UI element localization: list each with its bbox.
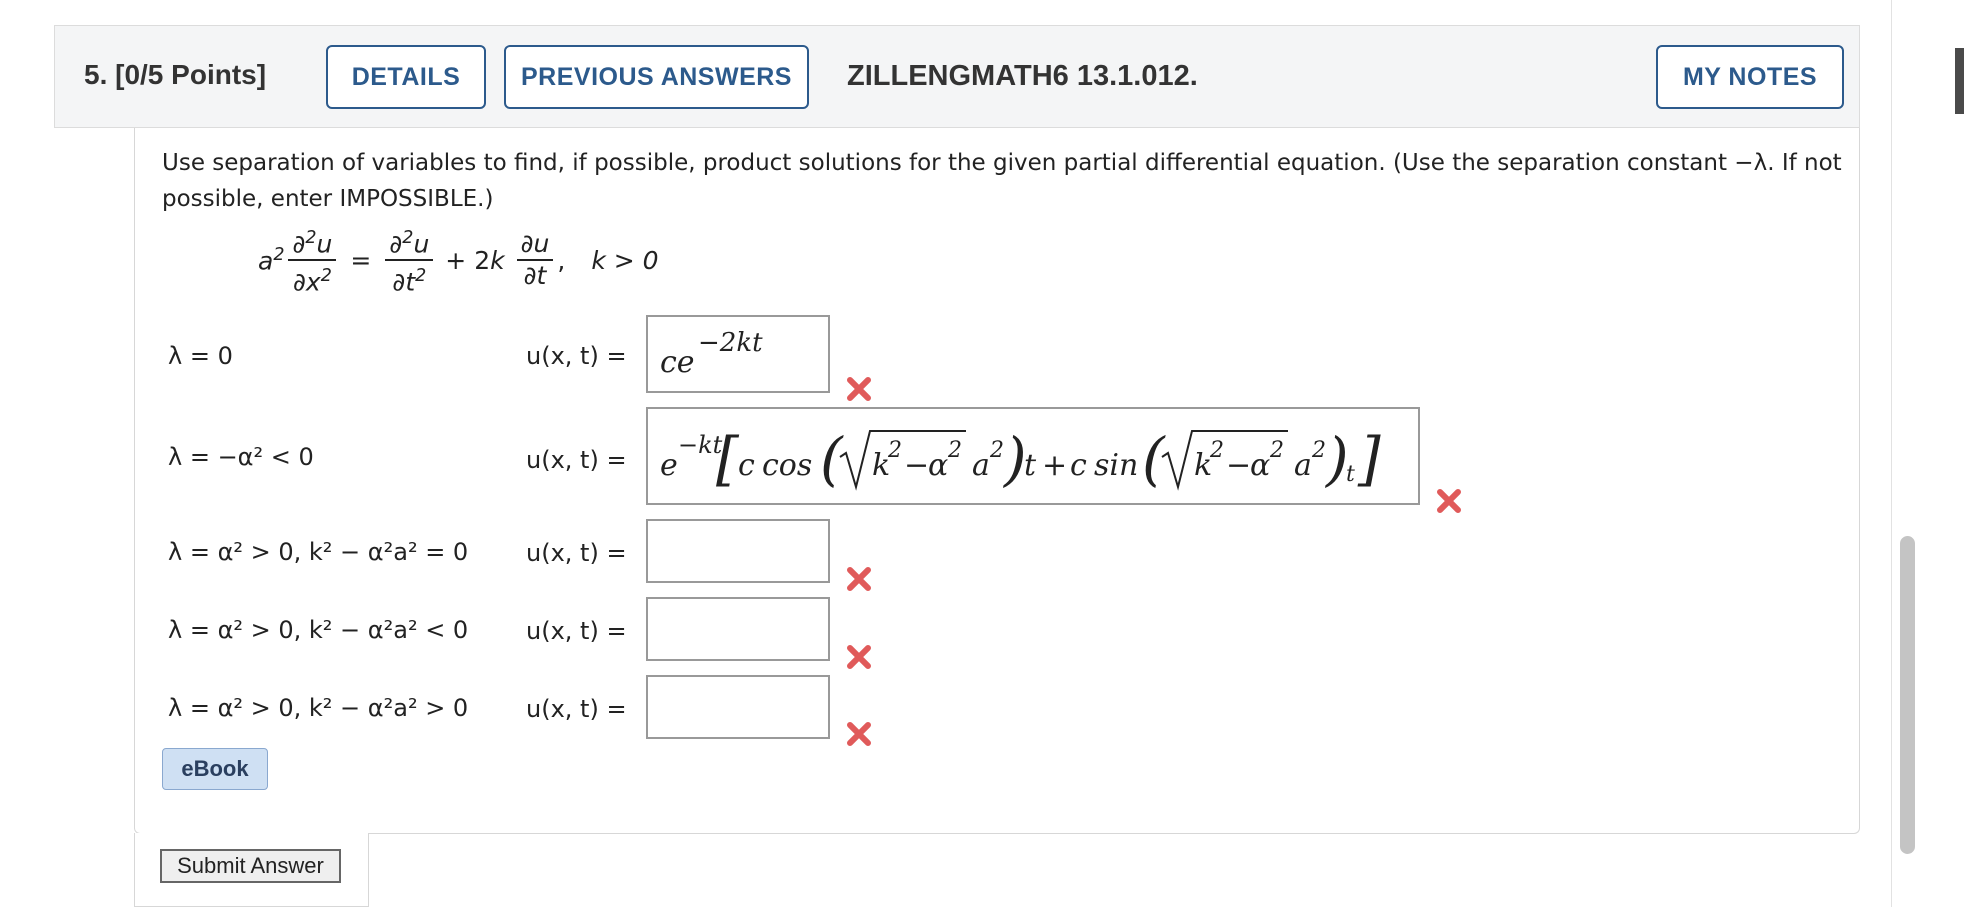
case-label-5: u(x, t) = [526, 695, 627, 723]
case-condition-3: λ = α² > 0, k² − α²a² = 0 [168, 538, 469, 566]
submit-answer-button[interactable]: Submit Answer [160, 849, 341, 883]
svg-text:2: 2 [1269, 438, 1284, 463]
svg-text:α: α [928, 448, 948, 483]
svg-text:(: ( [820, 425, 844, 493]
my-notes-button[interactable]: MY NOTES [1656, 45, 1844, 109]
pde-equation: a2 ∂2u ∂x2 = ∂2u ∂t2 + 2k ∂u ∂t , k > 0 [258, 225, 659, 297]
details-button[interactable]: DETAILS [326, 45, 486, 109]
svg-text:sin: sin [1094, 448, 1138, 483]
ebook-button[interactable]: eBook [162, 748, 268, 790]
svg-text:ce: ce [660, 345, 695, 380]
svg-text:+: + [1042, 448, 1067, 483]
answer-field-1[interactable]: ce −2kt [646, 315, 830, 393]
instructions: Use separation of variables to find, if … [162, 150, 1842, 212]
svg-text:): ) [1324, 425, 1349, 493]
svg-text:): ) [1002, 425, 1027, 493]
incorrect-icon-2 [1437, 489, 1461, 513]
svg-text:−: − [904, 448, 929, 483]
svg-text:−2kt: −2kt [698, 328, 763, 358]
incorrect-icon-5 [847, 722, 871, 746]
case-condition-2: λ = −α² < 0 [168, 443, 314, 471]
answer-math-1: ce −2kt [660, 328, 763, 380]
scrollbar-thumb[interactable] [1900, 536, 1915, 854]
svg-text:t: t [1346, 462, 1355, 487]
case-label-4: u(x, t) = [526, 617, 627, 645]
svg-text:(: ( [1142, 425, 1166, 493]
incorrect-icon-3 [847, 567, 871, 591]
answer-field-2[interactable]: e −kt [ c cos ( k 2 − α 2 a 2 ) t + c si… [646, 407, 1420, 505]
case-label-1: u(x, t) = [526, 342, 627, 370]
svg-text:c: c [738, 448, 755, 483]
case-label-3: u(x, t) = [526, 539, 627, 567]
svg-text:−: − [1226, 448, 1251, 483]
svg-text:2: 2 [887, 438, 902, 463]
svg-text:t: t [1024, 448, 1037, 483]
svg-text:a: a [1294, 448, 1312, 483]
svg-text:a: a [972, 448, 990, 483]
case-condition-5: λ = α² > 0, k² − α²a² > 0 [168, 694, 469, 722]
scroll-edge [1955, 48, 1964, 114]
answer-math-2: e −kt [ c cos ( k 2 − α 2 a 2 ) t + c si… [660, 425, 1381, 493]
case-condition-4: λ = α² > 0, k² − α²a² < 0 [168, 616, 469, 644]
svg-text:]: ] [1357, 425, 1381, 493]
svg-text:2: 2 [947, 438, 962, 463]
svg-text:e: e [660, 448, 678, 483]
answer-field-4[interactable] [646, 597, 830, 661]
answer-field-5[interactable] [646, 675, 830, 739]
svg-text:α: α [1250, 448, 1270, 483]
svg-text:2: 2 [989, 438, 1004, 463]
svg-text:2: 2 [1311, 438, 1326, 463]
case-label-2: u(x, t) = [526, 446, 627, 474]
question-number: 5. [0/5 Points] [84, 59, 267, 90]
case-condition-1: λ = 0 [168, 342, 233, 370]
previous-answers-button[interactable]: PREVIOUS ANSWERS [504, 45, 809, 109]
equation-condition: k > 0 [591, 245, 659, 275]
svg-text:[: [ [716, 425, 740, 493]
svg-text:cos: cos [762, 448, 812, 483]
svg-text:c: c [1070, 448, 1087, 483]
answer-field-3[interactable] [646, 519, 830, 583]
question-code: ZILLENGMATH6 13.1.012. [847, 60, 1198, 92]
svg-text:2: 2 [1209, 438, 1224, 463]
incorrect-icon-4 [847, 645, 871, 669]
incorrect-icon-1 [847, 377, 871, 401]
